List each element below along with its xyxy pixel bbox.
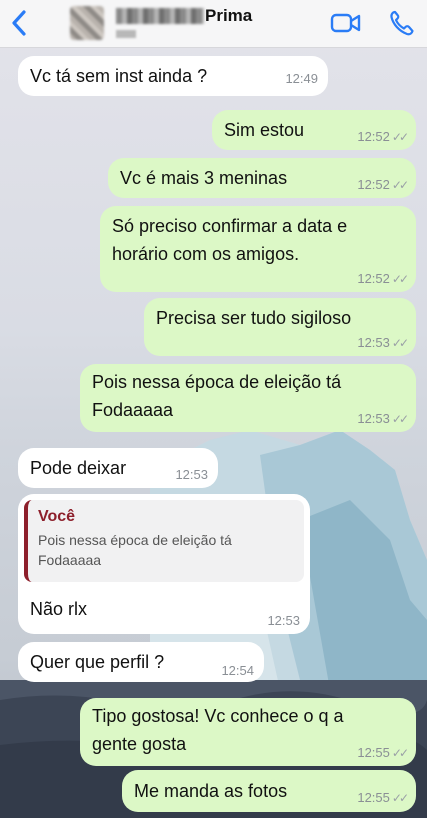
message-bubble-outgoing[interactable]: Sim estou 12:52 ✓✓ <box>212 110 416 150</box>
contact-name[interactable]: Prima <box>205 6 252 26</box>
read-ticks-icon: ✓✓ <box>391 746 409 760</box>
read-ticks-icon: ✓✓ <box>391 336 409 350</box>
message-bubble-incoming[interactable]: Pode deixar 12:53 <box>18 448 218 488</box>
message-text: Vc tá sem inst ainda ? <box>30 66 208 86</box>
message-text: Precisa ser tudo sigiloso <box>156 308 352 328</box>
message-time: 12:53 <box>357 335 390 350</box>
message-time: 12:53 <box>357 411 390 426</box>
message-time: 12:49 <box>285 71 318 86</box>
phone-icon[interactable] <box>389 9 415 37</box>
quote-text: Pois nessa época de eleição tá Fodaaaaa <box>38 532 232 568</box>
chevron-left-icon[interactable] <box>8 8 30 38</box>
read-ticks-icon: ✓✓ <box>391 178 409 192</box>
message-bubble-outgoing[interactable]: Me manda as fotos 12:55 ✓✓ <box>122 770 416 812</box>
message-text: Só preciso confirmar a data e horário co… <box>112 216 348 264</box>
message-time: 12:53 <box>175 467 208 482</box>
quote-author: Você <box>38 508 76 525</box>
message-time: 12:53 <box>267 613 300 628</box>
redacted-name <box>116 8 204 24</box>
video-camera-icon[interactable] <box>330 12 362 34</box>
chat-header: Prima <box>0 0 427 48</box>
message-time: 12:52 <box>357 177 390 192</box>
message-time: 12:52 <box>357 129 390 144</box>
message-time: 12:52 <box>357 271 390 286</box>
quoted-message[interactable]: Você Pois nessa época de eleição tá Foda… <box>24 500 304 582</box>
message-bubble-outgoing[interactable]: Vc é mais 3 meninas 12:52 ✓✓ <box>108 158 416 198</box>
message-bubble-outgoing[interactable]: Tipo gostosa! Vc conhece o q a gente gos… <box>80 698 416 766</box>
read-ticks-icon: ✓✓ <box>391 791 409 805</box>
message-bubble-incoming[interactable]: Vc tá sem inst ainda ? 12:49 <box>18 56 328 96</box>
message-bubble-incoming-reply[interactable]: Você Pois nessa época de eleição tá Foda… <box>18 494 310 634</box>
message-time: 12:55 <box>357 745 390 760</box>
message-time: 12:54 <box>221 663 254 678</box>
message-text: Quer que perfil ? <box>30 652 165 672</box>
message-time: 12:55 <box>357 790 390 805</box>
avatar[interactable] <box>70 6 104 40</box>
redacted-status <box>116 30 136 38</box>
message-bubble-incoming[interactable]: Quer que perfil ? 12:54 <box>18 642 264 682</box>
read-ticks-icon: ✓✓ <box>391 412 409 426</box>
message-text: Tipo gostosa! Vc conhece o q a gente gos… <box>92 706 344 754</box>
message-text: Pois nessa época de eleição tá Fodaaaaa <box>92 372 342 420</box>
message-bubble-outgoing[interactable]: Pois nessa época de eleição tá Fodaaaaa … <box>80 364 416 432</box>
read-ticks-icon: ✓✓ <box>391 272 409 286</box>
message-text: Não rlx <box>30 599 88 619</box>
message-list[interactable]: Vc tá sem inst ainda ? 12:49 Sim estou 1… <box>0 48 427 818</box>
read-ticks-icon: ✓✓ <box>391 130 409 144</box>
message-bubble-outgoing[interactable]: Precisa ser tudo sigiloso 12:53 ✓✓ <box>144 298 416 356</box>
message-bubble-outgoing[interactable]: Só preciso confirmar a data e horário co… <box>100 206 416 292</box>
